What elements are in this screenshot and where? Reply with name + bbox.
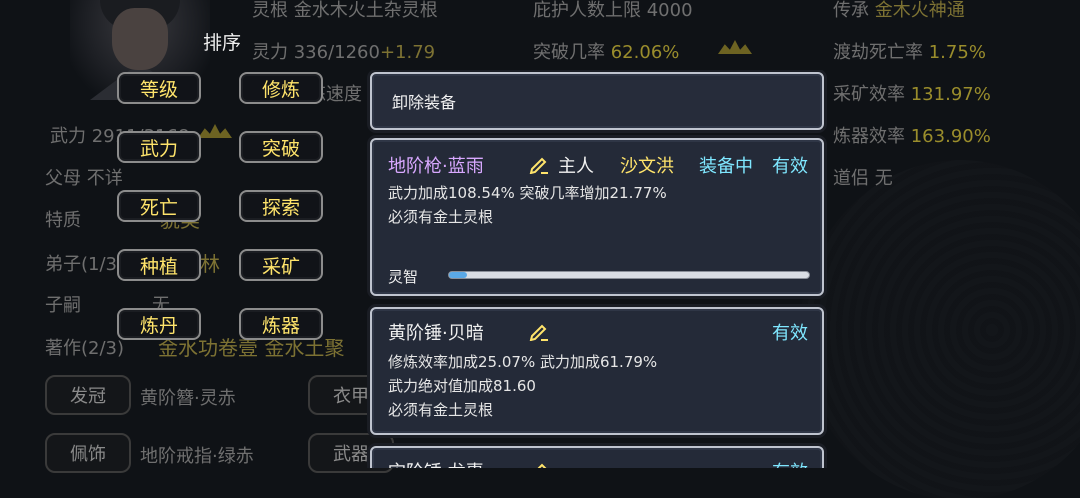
item-name: 灾阶锤·龙惠 [388, 458, 484, 468]
item-requirement-line: 必须有金土灵根 [388, 208, 494, 226]
stat-trait: 特质 [45, 210, 81, 231]
sort-title: 排序 [203, 32, 242, 54]
equipment-item-card[interactable]: 灾阶锤·龙惠 有效 [370, 446, 824, 468]
item-effect-line: 武力加成108.54% 突破几率增加21.77% [388, 184, 667, 202]
sort-by-level-button[interactable]: 等级 [117, 72, 201, 104]
sort-by-planting-button[interactable]: 种植 [117, 249, 201, 281]
item-name: 地阶枪·蓝雨 [388, 156, 484, 177]
slot-crown-button[interactable]: 发冠 [45, 375, 131, 415]
item-validity: 有效 [772, 323, 808, 344]
equipment-list-panel[interactable]: 卸除装备 地阶枪·蓝雨 主人 沙文洪 装备中 有效 武力加成108.54% 突破… [367, 70, 827, 468]
item-effect-line: 修炼效率加成25.07% 武力加成61.79% [388, 353, 658, 371]
stat-mining-efficiency: 采矿效率 131.97% [833, 84, 991, 105]
spirit-slider[interactable] [448, 271, 810, 279]
slot-accessory-button[interactable]: 佩饰 [45, 433, 131, 473]
stat-linggen: 灵根 金水木火土杂灵根 [252, 0, 438, 21]
spirit-slider-label: 灵智 [388, 268, 419, 286]
item-status-equipped: 装备中 [699, 156, 753, 177]
stat-breakthrough-rate: 突破几率 62.06% [533, 42, 680, 63]
spirit-slider-fill [449, 272, 467, 278]
sort-by-cultivation-button[interactable]: 修炼 [239, 72, 323, 104]
sort-by-alchemy-button[interactable]: 炼丹 [117, 308, 201, 340]
sort-by-force-button[interactable]: 武力 [117, 131, 201, 163]
stat-tribulation-death: 渡劫死亡率 1.75% [833, 42, 986, 63]
stat-children: 子嗣 [45, 295, 81, 316]
item-validity: 有效 [772, 156, 808, 177]
pencil-edit-icon[interactable] [529, 154, 549, 174]
stat-works: 著作(2/3) [45, 338, 125, 359]
item-name: 黄阶锤·贝暗 [388, 323, 484, 344]
item-owner-name: 沙文洪 [620, 156, 674, 177]
item-validity: 有效 [772, 458, 808, 468]
sort-by-mining-button[interactable]: 采矿 [239, 249, 323, 281]
cloud-pattern-decoration [800, 160, 1080, 498]
stat-partner: 道侣 无 [833, 168, 893, 189]
item-effect-line: 武力绝对值加成81.60 [388, 377, 536, 395]
sort-by-breakthrough-button[interactable]: 突破 [239, 131, 323, 163]
unequip-label: 卸除装备 [392, 93, 457, 112]
lotus-icon [718, 40, 752, 54]
equipment-item-card[interactable]: 黄阶锤·贝暗 有效 修炼效率加成25.07% 武力加成61.79% 武力绝对值加… [370, 307, 824, 435]
unequip-button[interactable]: 卸除装备 [370, 72, 824, 130]
stat-shelter-limit: 庇护人数上限 4000 [533, 0, 693, 21]
pencil-edit-icon[interactable] [529, 460, 549, 468]
item-owner-label: 主人 [558, 156, 594, 177]
item-requirement-line: 必须有金土灵根 [388, 401, 494, 419]
slot-accessory-item: 地阶戒指·绿赤 [140, 446, 254, 467]
equipment-item-card[interactable]: 地阶枪·蓝雨 主人 沙文洪 装备中 有效 武力加成108.54% 突破几率增加2… [370, 138, 824, 296]
pencil-edit-icon[interactable] [529, 321, 549, 341]
slot-crown-item: 黄阶簪·灵赤 [140, 388, 236, 409]
sort-by-smithing-button[interactable]: 炼器 [239, 308, 323, 340]
stat-smithing-efficiency: 炼器效率 163.90% [833, 126, 991, 147]
sort-by-death-button[interactable]: 死亡 [117, 190, 201, 222]
sort-by-explore-button[interactable]: 探索 [239, 190, 323, 222]
lotus-icon [198, 124, 232, 138]
stat-lingli: 灵力 336/1260+1.79 [252, 42, 436, 63]
stat-disciples: 弟子(1/3) [45, 254, 125, 275]
stat-inheritance: 传承 金木火神通 [833, 0, 965, 21]
stat-parents: 父母 不详 [45, 168, 123, 189]
